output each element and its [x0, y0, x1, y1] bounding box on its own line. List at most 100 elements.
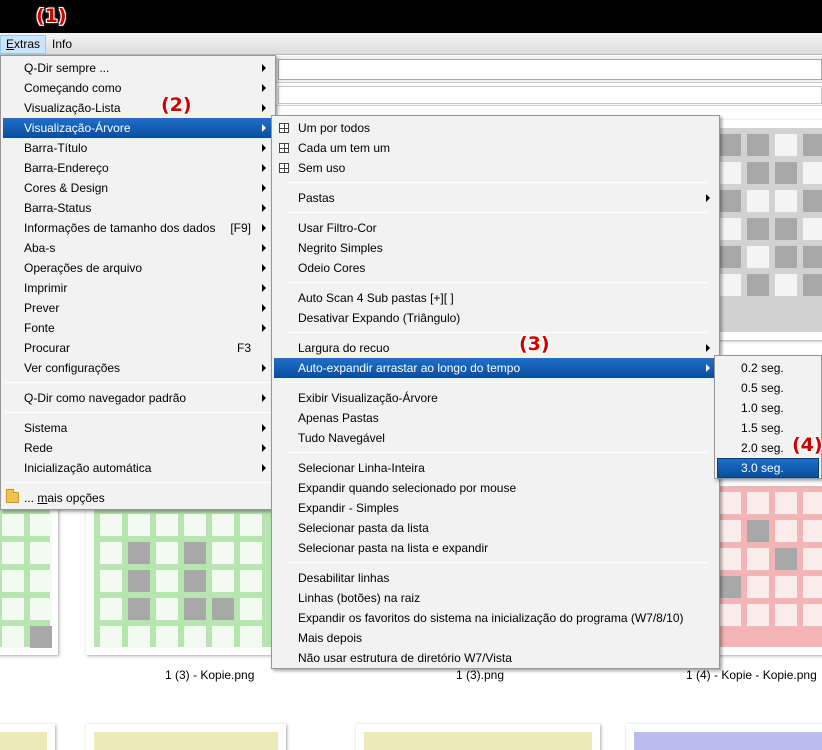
menu-item-fonte[interactable]: Fonte [3, 318, 273, 338]
submenu-arrow-icon [262, 324, 266, 332]
thumbnail-red[interactable] [705, 478, 822, 655]
menu-item-label: Odeio Cores [298, 261, 366, 275]
menu-item-cada-um-tem-um[interactable]: Cada um tem um [274, 138, 717, 158]
thumbnail-yellow-2[interactable] [356, 724, 600, 750]
menu-item-label: Ver configurações [24, 361, 121, 375]
menu-item-barra-endereco[interactable]: Barra-Endereço [3, 158, 273, 178]
menu-item-abas[interactable]: Aba-s [3, 238, 273, 258]
menu-item-selecionar-pasta-expandir[interactable]: Selecionar pasta na lista e expandir [274, 538, 717, 558]
menu-item-visualizacao-lista[interactable]: Visualização-Lista [3, 98, 273, 118]
menu-item-label: Q-Dir como navegador padrão [24, 391, 187, 405]
thumbnail-yellow[interactable] [86, 724, 286, 750]
menu-item-inicializacao-automatica[interactable]: Inicialização automática [3, 458, 273, 478]
thumbnail-yellow-left[interactable] [0, 724, 55, 750]
menu-item-procurar[interactable]: Procurar F3 [3, 338, 273, 358]
menu-item-ver-configuracoes[interactable]: Ver configurações [3, 358, 273, 378]
menu-item-desativar-expando[interactable]: Desativar Expando (Triângulo) [274, 308, 717, 328]
menu-separator [5, 412, 271, 413]
menu-item-comecando-como[interactable]: Começando como [3, 78, 273, 98]
menu-extras[interactable]: Extras [0, 35, 47, 54]
submenu-arrow-icon [262, 394, 266, 402]
thumbnail-gray[interactable] [705, 120, 822, 340]
menu-item-label: Tudo Navegável [298, 431, 385, 445]
menu-item-usar-filtro-cor[interactable]: Usar Filtro-Cor [274, 218, 717, 238]
menu-item-linhas-raiz[interactable]: Linhas (botões) na raiz [274, 588, 717, 608]
menu-item-tudo-navegavel[interactable]: Tudo Navegável [274, 428, 717, 448]
menu-item-sem-uso[interactable]: Sem uso [274, 158, 717, 178]
file-caption[interactable]: 1 (4) - Kopie - Kopie.png [686, 668, 817, 682]
auto-expand-time-submenu: 0.2 seg. 0.5 seg. 1.0 seg. 1.5 seg. 2.0 … [714, 355, 822, 479]
menu-item-label: Exibir Visualização-Árvore [298, 391, 438, 405]
menu-item-label: Q-Dir sempre ... [24, 61, 110, 75]
thumbnail-blue[interactable] [626, 724, 822, 750]
menu-item-um-por-todos[interactable]: Um por todos [274, 118, 717, 138]
submenu-arrow-icon [262, 204, 266, 212]
menu-separator [286, 182, 707, 183]
submenu-arrow-icon [262, 64, 266, 72]
menu-item-label: Expandir os favoritos do sistema na inic… [298, 611, 684, 625]
menu-item-auto-expandir-arrastar[interactable]: Auto-expandir arrastar ao longo do tempo [274, 358, 717, 378]
menu-item-sistema[interactable]: Sistema [3, 418, 273, 438]
menu-item-label: Sem uso [298, 161, 346, 175]
menu-item-label: Desativar Expando (Triângulo) [298, 311, 461, 325]
menu-item-label: Auto Scan 4 Sub pastas [+][ ] [298, 291, 454, 305]
menu-item-label: Prever [24, 301, 60, 315]
menu-item-pastas[interactable]: Pastas [274, 188, 717, 208]
menu-item-visualizacao-arvore[interactable]: Visualização-Árvore [3, 118, 273, 138]
menu-item-rede[interactable]: Rede [3, 438, 273, 458]
menu-item-informacoes-tamanho[interactable]: Informações de tamanho dos dados [F9] [3, 218, 273, 238]
menu-item-expandir-simples[interactable]: Expandir - Simples [274, 498, 717, 518]
menu-item-0-2-seg[interactable]: 0.2 seg. [717, 358, 819, 378]
menu-item-label: Não usar estrutura de diretório W7/Vista [298, 651, 512, 665]
menu-item-barra-status[interactable]: Barra-Status [3, 198, 273, 218]
menu-item-mais-depois[interactable]: Mais depois [274, 628, 717, 648]
menu-item-navegador-padrao[interactable]: Q-Dir como navegador padrão [3, 388, 273, 408]
menu-item-prever[interactable]: Prever [3, 298, 273, 318]
file-caption[interactable]: 1 (3) - Kopie.png [165, 668, 254, 682]
submenu-arrow-icon [262, 264, 266, 272]
menu-item-selecionar-pasta-lista[interactable]: Selecionar pasta da lista [274, 518, 717, 538]
tree-icon [279, 163, 289, 173]
menu-item-imprimir[interactable]: Imprimir [3, 278, 273, 298]
menu-separator [286, 212, 707, 213]
menu-item-mais-opcoes[interactable]: ... mais opções [3, 488, 273, 508]
menu-item-nao-usar-estrutura[interactable]: Não usar estrutura de diretório W7/Vista [274, 648, 717, 668]
menu-item-q-dir-sempre[interactable]: Q-Dir sempre ... [3, 58, 273, 78]
menu-item-label: Usar Filtro-Cor [298, 221, 377, 235]
menu-item-label: Aba-s [24, 241, 56, 255]
menu-item-label: Procurar [24, 341, 71, 355]
menu-info[interactable]: Info [47, 35, 77, 54]
menu-item-negrito-simples[interactable]: Negrito Simples [274, 238, 717, 258]
menu-item-mnemonic: m [37, 491, 48, 505]
submenu-arrow-icon [262, 444, 266, 452]
menu-item-odeio-cores[interactable]: Odeio Cores [274, 258, 717, 278]
menu-item-3-0-seg[interactable]: 3.0 seg. [717, 458, 819, 478]
file-caption[interactable]: 1 (3).png [456, 668, 504, 682]
address-field[interactable] [278, 59, 822, 80]
menu-item-cores-design[interactable]: Cores & Design [3, 178, 273, 198]
menu-item-barra-titulo[interactable]: Barra-Título [3, 138, 273, 158]
menu-item-exibir-arvore[interactable]: Exibir Visualização-Árvore [274, 388, 717, 408]
menu-item-desabilitar-linhas[interactable]: Desabilitar linhas [274, 568, 717, 588]
menu-item-expandir-favoritos[interactable]: Expandir os favoritos do sistema na inic… [274, 608, 717, 628]
path-field[interactable] [278, 86, 822, 104]
submenu-arrow-icon [706, 364, 710, 372]
submenu-arrow-icon [262, 464, 266, 472]
submenu-arrow-icon [262, 124, 266, 132]
thumbnail-green[interactable] [86, 500, 286, 655]
thumbnail-green-left[interactable] [0, 500, 58, 655]
menu-item-label: Barra-Status [24, 201, 92, 215]
file-caption-partial: n [0, 668, 10, 682]
menu-item-operacoes-arquivo[interactable]: Operações de arquivo [3, 258, 273, 278]
menu-separator [286, 332, 707, 333]
menu-item-auto-scan[interactable]: Auto Scan 4 Sub pastas [+][ ] [274, 288, 717, 308]
menu-separator [286, 382, 707, 383]
menu-item-label: 1.0 seg. [741, 401, 784, 415]
menu-separator [5, 482, 271, 483]
menu-item-expandir-mouse[interactable]: Expandir quando selecionado por mouse [274, 478, 717, 498]
menu-item-largura-recuo[interactable]: Largura do recuo [274, 338, 717, 358]
menu-item-selecionar-linha-inteira[interactable]: Selecionar Linha-Inteira [274, 458, 717, 478]
menu-item-0-5-seg[interactable]: 0.5 seg. [717, 378, 819, 398]
menu-item-apenas-pastas[interactable]: Apenas Pastas [274, 408, 717, 428]
menu-item-1-0-seg[interactable]: 1.0 seg. [717, 398, 819, 418]
